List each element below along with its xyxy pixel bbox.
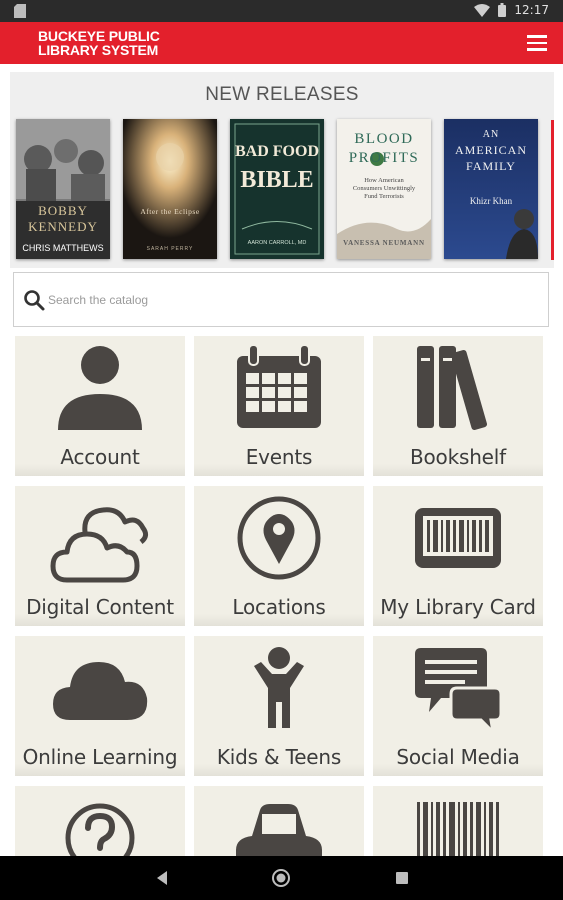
- new-releases-carousel: NEW RELEASES BOBBY KENNEDY CHRIS MATTHEW…: [10, 72, 554, 268]
- tile-my-library-card[interactable]: My Library Card: [373, 486, 543, 626]
- tile-label: Online Learning: [22, 745, 178, 769]
- tile-social-media[interactable]: Social Media: [373, 636, 543, 776]
- chat-bubbles-icon: [415, 648, 503, 737]
- child-icon: [254, 647, 304, 728]
- calendar-icon: [237, 344, 321, 428]
- tile-label: Kids & Teens: [216, 745, 342, 769]
- carousel-scroll-indicator: [551, 120, 554, 260]
- book-title-line-1: BOBBY: [38, 203, 88, 218]
- sd-card-icon: [14, 4, 26, 18]
- barcode-card-icon: [415, 508, 501, 568]
- logo-line-1: BUCKEYE PUBLIC: [38, 28, 160, 44]
- wifi-icon: [474, 3, 491, 17]
- book-title-line-1: BLOOD: [354, 131, 414, 147]
- book-title-line-2: PROFITS: [348, 150, 420, 166]
- main-content: NEW RELEASES BOBBY KENNEDY CHRIS MATTHEW…: [0, 64, 563, 856]
- recents-icon[interactable]: [396, 872, 408, 884]
- book-title-line-2: BIBLE: [240, 167, 314, 193]
- status-bar: 12:17: [0, 0, 563, 22]
- book-title-line-1: BAD FOOD: [235, 143, 319, 160]
- book-author: AARON CARROLL, MD: [247, 240, 307, 246]
- tile-label: Locations: [232, 595, 326, 619]
- book-author: Khizr Khan: [469, 196, 513, 206]
- person-icon: [58, 346, 142, 430]
- app-bar: BUCKEYE PUBLIC LIBRARY SYSTEM: [0, 22, 563, 64]
- book-subtitle: How American Consumers Unwittingly Fund …: [352, 177, 416, 200]
- cloud-icon: [50, 507, 149, 583]
- system-nav-bar: [0, 856, 563, 900]
- search-icon[interactable]: [22, 288, 46, 312]
- tile-account[interactable]: Account: [15, 336, 185, 476]
- book-cover-art: [123, 119, 217, 259]
- search-bar[interactable]: [13, 272, 549, 327]
- book-title-line-1: AN: [482, 129, 500, 140]
- car-icon: [236, 804, 322, 856]
- map-pin-icon: [237, 496, 321, 580]
- cloud-filled-icon: [53, 662, 148, 720]
- tile-car[interactable]: [194, 786, 364, 856]
- book-cover-bobby-kennedy[interactable]: BOBBY KENNEDY CHRIS MATTHEWS: [16, 119, 110, 259]
- question-icon: [65, 803, 135, 856]
- book-author: CHRIS MATTHEWS: [22, 243, 104, 253]
- tile-barcode[interactable]: [373, 786, 543, 856]
- tile-bookshelf[interactable]: Bookshelf: [373, 336, 543, 476]
- tile-kids-teens[interactable]: Kids & Teens: [194, 636, 364, 776]
- book-cover-after-the-eclipse[interactable]: After the Eclipse SARAH PERRY: [123, 119, 217, 259]
- tile-locations[interactable]: Locations: [194, 486, 364, 626]
- book-cover-art: [444, 119, 538, 259]
- book-cover-bad-food-bible[interactable]: BAD FOOD BIBLE AARON CARROLL, MD: [230, 119, 324, 259]
- tile-help[interactable]: [15, 786, 185, 856]
- tile-label: Bookshelf: [410, 445, 506, 469]
- book-title: After the Eclipse: [140, 207, 200, 216]
- new-releases-title: NEW RELEASES: [205, 84, 359, 105]
- search-input[interactable]: [48, 287, 528, 313]
- book-cover-photo: [16, 119, 110, 259]
- tile-label: Social Media: [396, 745, 520, 769]
- status-time: 12:17: [514, 3, 549, 17]
- book-author: SARAH PERRY: [146, 246, 194, 252]
- tile-label: Digital Content: [26, 595, 174, 619]
- hamburger-menu-icon[interactable]: [527, 35, 547, 51]
- tile-label: Account: [60, 445, 140, 469]
- barcode-icon: [417, 802, 499, 856]
- tile-online-learning[interactable]: Online Learning: [15, 636, 185, 776]
- tile-events[interactable]: Events: [194, 336, 364, 476]
- book-cover-an-american-family[interactable]: AN AMERICAN FAMILY Khizr Khan: [444, 119, 538, 259]
- book-title-line-2: AMERICAN: [454, 143, 527, 157]
- logo-line-2: LIBRARY SYSTEM: [38, 42, 159, 58]
- library-logo[interactable]: BUCKEYE PUBLIC LIBRARY SYSTEM: [38, 29, 160, 57]
- book-author: VANESSA NEUMANN: [343, 239, 425, 247]
- back-icon[interactable]: [157, 871, 167, 885]
- books-icon: [417, 346, 488, 430]
- tile-label: Events: [245, 445, 313, 469]
- book-title-line-2: KENNEDY: [28, 219, 98, 234]
- tile-label: My Library Card: [380, 595, 536, 619]
- book-cover-blood-profits[interactable]: BLOOD PROFITS How American Consumers Unw…: [337, 119, 431, 259]
- tile-digital-content[interactable]: Digital Content: [15, 486, 185, 626]
- battery-icon: [498, 3, 507, 17]
- book-title-line-3: FAMILY: [466, 159, 516, 173]
